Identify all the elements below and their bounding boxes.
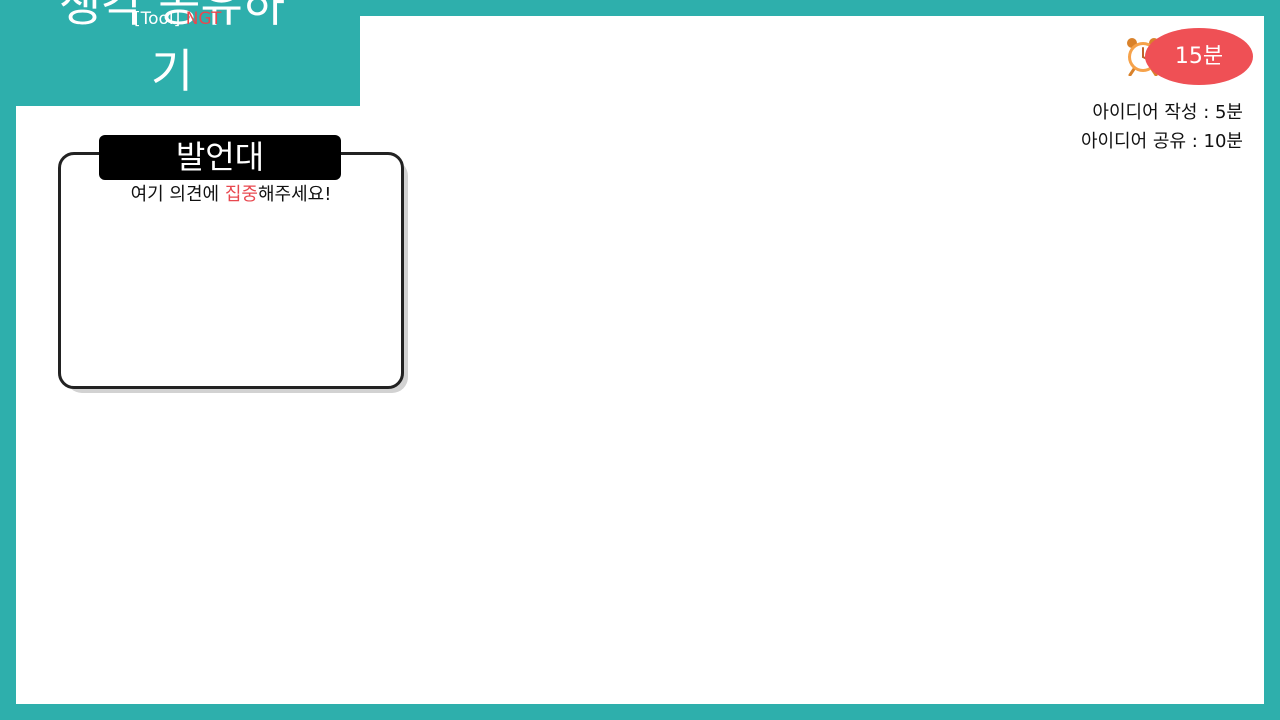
podium-hint-accent: 집중 bbox=[224, 184, 258, 205]
timer-step-sharing: 아이디어 공유 : 10분 bbox=[1080, 131, 1243, 152]
podium-hint: 여기 의견에 집중해주세요! bbox=[58, 181, 404, 209]
podium-hint-after: 해주세요! bbox=[257, 184, 332, 205]
podium-label: 발언대 bbox=[99, 135, 341, 180]
timer-badge: 15분 bbox=[1145, 28, 1253, 85]
tool-tag: [Tool] NGT bbox=[134, 8, 221, 30]
podium-hint-before: 여기 의견에 bbox=[130, 184, 225, 205]
tool-tag-name: NGT bbox=[185, 9, 222, 29]
page-title-line2: 기 bbox=[150, 44, 194, 98]
tool-tag-prefix: [Tool] bbox=[134, 9, 181, 29]
title-block: 생각 공유하 기 [Tool] NGT bbox=[0, 0, 360, 106]
timer-step-writing: 아이디어 작성 : 5분 bbox=[1092, 102, 1243, 123]
